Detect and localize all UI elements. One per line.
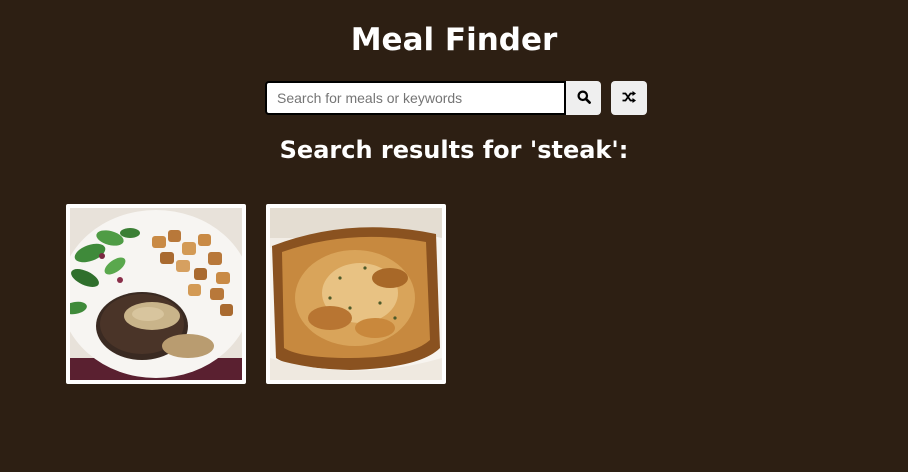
random-meal-button[interactable] bbox=[611, 81, 647, 115]
search-button[interactable] bbox=[566, 81, 601, 115]
search-input[interactable] bbox=[265, 81, 566, 115]
meals-grid bbox=[66, 204, 446, 384]
results-heading: Search results for 'steak': bbox=[279, 136, 629, 164]
search-icon bbox=[577, 90, 591, 107]
search-form bbox=[265, 81, 601, 115]
meal-card-steak-pie[interactable] bbox=[266, 204, 446, 384]
meal-image bbox=[70, 208, 242, 380]
meal-image bbox=[270, 208, 442, 380]
meal-card-steak[interactable] bbox=[66, 204, 246, 384]
shuffle-icon bbox=[622, 90, 636, 106]
page-title: Meal Finder bbox=[350, 22, 558, 58]
